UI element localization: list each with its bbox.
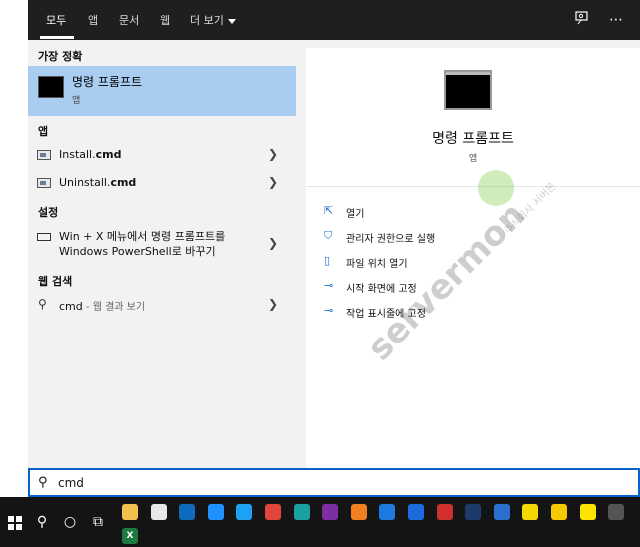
search-icon: ⚲ (38, 297, 47, 311)
chevron-right-icon[interactable]: ❯ (268, 297, 278, 311)
action-label: 작업 표시줄에 고정 (346, 309, 426, 320)
lp-icon[interactable] (379, 504, 396, 520)
chrome-icon[interactable] (265, 504, 281, 520)
edge-icon[interactable] (293, 504, 310, 520)
search-icon[interactable]: ⚲ (32, 512, 52, 532)
chat-icon[interactable] (551, 504, 567, 520)
teamviewer-icon[interactable] (408, 504, 424, 520)
search-icon: ⚲ (38, 475, 48, 490)
ie-icon[interactable] (207, 504, 224, 520)
chevron-right-icon[interactable]: ❯ (268, 175, 278, 189)
list-item-install-cmd[interactable]: Install.cmd ❯ (28, 142, 296, 168)
divider (306, 186, 640, 187)
settings-heading: 설정 (38, 206, 59, 219)
action-pin-to-start[interactable]: ⊸ 시작 화면에 고정 (324, 277, 624, 297)
list-item-web-search[interactable]: ⚲ cmd - 웹 결과 보기 ❯ (28, 292, 296, 318)
tab-all[interactable]: 모두 (46, 12, 66, 28)
active-tab-indicator (40, 36, 74, 39)
excel-icon[interactable]: X (122, 528, 138, 544)
keyboard-icon (37, 233, 51, 241)
best-match-type: 앱 (72, 96, 81, 106)
action-open-file-location[interactable]: ▯ 파일 위치 열기 (324, 252, 624, 272)
search-tool-icon[interactable] (350, 504, 367, 520)
apps-heading: 앱 (38, 125, 49, 138)
sticky-notes-icon[interactable] (522, 504, 539, 520)
list-item-label: Uninstall.cmd (59, 176, 137, 189)
open-icon: ⇱ (324, 204, 334, 217)
cmd-file-icon (37, 150, 51, 160)
cortana-icon[interactable]: ○ (60, 512, 80, 532)
watermark-logo-dot (478, 170, 514, 206)
cmd-app-icon (38, 76, 64, 98)
chevron-down-icon (227, 18, 236, 24)
best-match-item[interactable]: 명령 프롬프트 앱 (28, 66, 296, 116)
chevron-right-icon[interactable]: ❯ (268, 236, 278, 250)
pin-icon: ⊸ (324, 279, 334, 292)
action-label: 관리자 권한으로 실행 (346, 234, 436, 245)
list-item-label: Install.cmd (59, 148, 122, 161)
action-label: 파일 위치 열기 (346, 259, 408, 270)
tab-web[interactable]: 웹 (160, 12, 170, 28)
action-label: 시작 화면에 고정 (346, 284, 417, 295)
onenote-icon[interactable] (322, 504, 339, 520)
web-search-heading: 웹 검색 (38, 275, 73, 288)
search-input[interactable] (58, 474, 618, 492)
action-pin-to-taskbar[interactable]: ⊸ 작업 표시줄에 고정 (324, 302, 624, 322)
task-view-icon[interactable]: ⧉ (88, 512, 108, 532)
misc-app-icon[interactable] (608, 504, 625, 520)
cmd-app-large-icon (444, 70, 492, 110)
filter-tab-bar: 모두 앱 문서 웹 더 보기 ⋯ (28, 0, 640, 40)
best-match-heading: 가장 정확 (38, 50, 83, 63)
preview-subtitle: 앱 (468, 154, 478, 164)
file-explorer-icon[interactable] (122, 504, 138, 520)
cmd-file-icon (37, 178, 51, 188)
taskbar: ⚲ ○ ⧉ X (0, 497, 640, 547)
tab-more-label: 더 보기 (190, 14, 224, 27)
snip-icon[interactable] (150, 504, 167, 520)
preview-pane: 명령 프롬프트 앱 ⇱ 열기 ⛉ 관리자 권한으로 실행 ▯ 파일 위치 열기 … (306, 48, 640, 468)
admin-shield-icon: ⛉ (324, 229, 333, 242)
start-search-panel: 모두 앱 문서 웹 더 보기 ⋯ 가장 정확 명령 프롬프트 앱 앱 Insta… (28, 0, 640, 468)
a-app-icon[interactable] (465, 504, 482, 520)
list-item-label: cmd - 웹 결과 보기 (59, 300, 146, 313)
best-match-name: 명령 프롬프트 (72, 75, 143, 89)
preview-title: 명령 프롬프트 (432, 131, 514, 147)
feedback-icon[interactable] (572, 10, 592, 30)
setting-label-line1: Win + X 메뉴에서 명령 프롬프트를 (59, 230, 226, 243)
desktop-background (0, 0, 28, 497)
setting-label-line2: Windows PowerShell로 바꾸기 (59, 245, 216, 258)
twitter-icon[interactable] (236, 504, 253, 520)
action-label: 열기 (346, 209, 365, 220)
kakaotalk-icon[interactable] (579, 504, 596, 520)
outlook-icon[interactable] (179, 504, 196, 520)
action-open[interactable]: ⇱ 열기 (324, 202, 624, 222)
tab-apps[interactable]: 앱 (88, 12, 98, 28)
chevron-right-icon[interactable]: ❯ (268, 147, 278, 161)
pin-icon: ⊸ (324, 304, 334, 317)
action-run-as-admin[interactable]: ⛉ 관리자 권한으로 실행 (324, 227, 624, 247)
list-item-uninstall-cmd[interactable]: Uninstall.cmd ❯ (28, 170, 296, 196)
more-icon[interactable]: ⋯ (606, 10, 626, 30)
list-item-setting[interactable]: Win + X 메뉴에서 명령 프롬프트를 Windows PowerShell… (28, 228, 296, 262)
game-icon[interactable] (436, 504, 453, 520)
search-box[interactable]: ⚲ (28, 468, 640, 497)
tab-documents[interactable]: 문서 (119, 12, 139, 28)
results-list: 가장 정확 명령 프롬프트 앱 앱 Install.cmd ❯ Uninstal… (28, 40, 298, 468)
shield-app-icon[interactable] (493, 504, 510, 520)
tab-more[interactable]: 더 보기 (190, 12, 236, 28)
file-location-icon: ▯ (324, 254, 331, 267)
windows-start-icon[interactable] (8, 516, 22, 530)
